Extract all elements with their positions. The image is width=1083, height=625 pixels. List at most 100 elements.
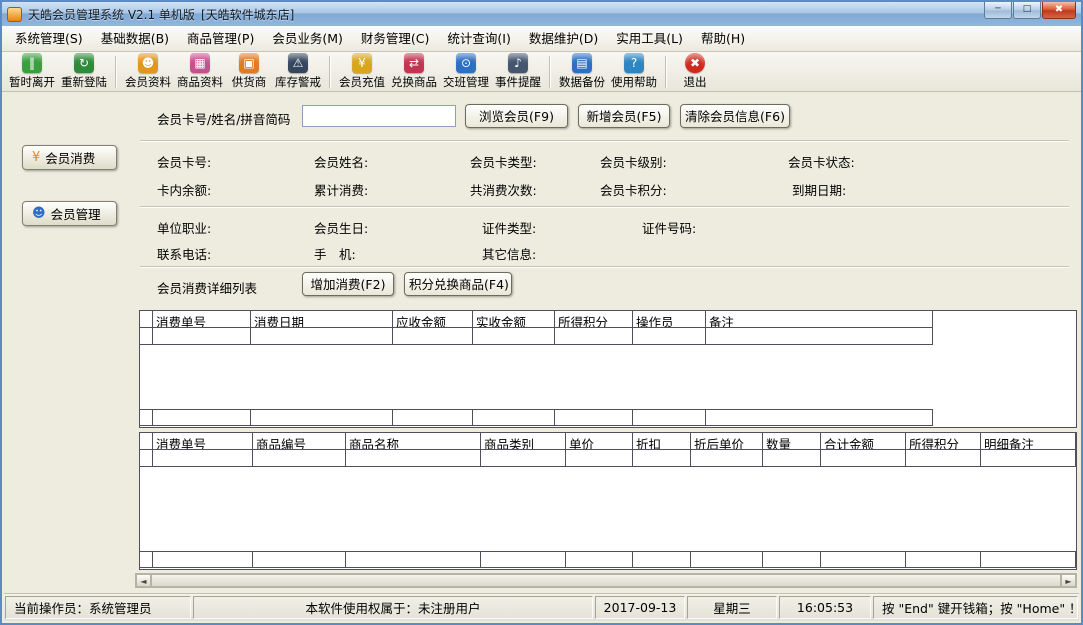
column-header[interactable]: 所得积分 — [906, 433, 981, 450]
main-area: ¥ 会员消费 ☻ 会员管理 会员卡号/姓名/拼音简码 浏览会员(F9) 新增会员… — [2, 92, 1081, 592]
toolbar-button-shift[interactable]: ⊙ 交班管理 — [440, 52, 492, 91]
add-member-button[interactable]: 新增会员(F5) — [578, 104, 670, 128]
menu-item-help[interactable]: 帮助(H) — [692, 26, 754, 51]
toolbar-label: 兑换商品 — [391, 74, 437, 90]
sidebar-button-label: 会员管理 — [51, 204, 101, 223]
column-header[interactable]: 消费单号 — [153, 433, 253, 450]
toolbar-button-help[interactable]: ? 使用帮助 — [608, 52, 660, 91]
toolbar-label: 商品资料 — [177, 74, 223, 90]
minimize-button[interactable]: ─ — [984, 2, 1012, 19]
toolbar-button-pause-leave[interactable]: ‖ 暂时离开 — [6, 52, 58, 91]
menu-item-basedata[interactable]: 基础数据(B) — [92, 26, 178, 51]
grid-cell — [555, 328, 633, 345]
clear-member-button[interactable]: 清除会员信息(F6) — [680, 104, 790, 128]
label-id-type: 证件类型: — [482, 218, 536, 237]
grid-cell — [555, 409, 633, 426]
column-header[interactable]: 实收金额 — [473, 311, 555, 328]
menu-item-system[interactable]: 系统管理(S) — [6, 26, 92, 51]
toolbar-label: 供货商 — [232, 74, 267, 90]
table-row[interactable] — [140, 328, 1076, 345]
table-row[interactable] — [140, 409, 933, 426]
menu-item-datamaint[interactable]: 数据维护(D) — [520, 26, 607, 51]
label-card-no: 会员卡号: — [157, 152, 211, 171]
toolbar-button-member-info[interactable]: ☻ 会员资料 — [122, 52, 174, 91]
menu-item-member[interactable]: 会员业务(M) — [263, 26, 352, 51]
status-hint: 按 "End" 键开钱箱；按 "Home" ！ — [873, 596, 1078, 619]
toolbar-button-exit[interactable]: ✖ 退出 — [672, 52, 718, 91]
points-exchange-button[interactable]: 积分兑换商品(F4) — [404, 272, 512, 296]
grid-cell — [481, 551, 566, 568]
column-header[interactable]: 折后单价 — [691, 433, 763, 450]
sidebar-member-consume-button[interactable]: ¥ 会员消费 — [22, 145, 117, 170]
toolbar-button-product-info[interactable]: ▦ 商品资料 — [174, 52, 226, 91]
column-header[interactable]: 数量 — [763, 433, 821, 450]
grid-cell — [153, 551, 253, 568]
member-consume-icon: ¥ — [32, 151, 40, 164]
column-header[interactable]: 消费单号 — [153, 311, 251, 328]
reminder-icon: ♪ — [508, 53, 528, 73]
add-consume-button[interactable]: 增加消费(F2) — [302, 272, 394, 296]
column-header[interactable]: 商品类别 — [481, 433, 566, 450]
consume-detail-title: 会员消费详细列表 — [157, 278, 257, 297]
column-header[interactable]: 折扣 — [633, 433, 691, 450]
table-row[interactable] — [140, 450, 1076, 467]
toolbar-label: 库存警戒 — [275, 74, 321, 90]
menu-item-tools[interactable]: 实用工具(L) — [607, 26, 692, 51]
column-header[interactable]: 消费日期 — [251, 311, 393, 328]
consume-orders-table[interactable]: 消费单号 消费日期 应收金额 实收金额 所得积分 操作员 备注 — [139, 310, 1077, 428]
browse-member-button[interactable]: 浏览会员(F9) — [465, 104, 568, 128]
toolbar-separator — [329, 56, 331, 88]
maximize-button[interactable]: □ — [1013, 2, 1041, 19]
grid-cell — [393, 328, 473, 345]
label-card-status: 会员卡状态: — [788, 152, 855, 171]
toolbar-button-stock-alert[interactable]: ⚠ 库存警戒 — [272, 52, 324, 91]
menu-item-product[interactable]: 商品管理(P) — [178, 26, 263, 51]
backup-icon: ▤ — [572, 53, 592, 73]
toolbar-button-recharge[interactable]: ¥ 会员充值 — [336, 52, 388, 91]
menu-item-stats[interactable]: 统计查询(I) — [438, 26, 519, 51]
exit-icon: ✖ — [685, 53, 705, 73]
grid-cell — [706, 328, 933, 345]
label-card-points: 会员卡积分: — [600, 180, 667, 199]
column-header[interactable]: 单价 — [566, 433, 633, 450]
toolbar-button-supplier[interactable]: ▣ 供货商 — [226, 52, 272, 91]
column-header[interactable]: 所得积分 — [555, 311, 633, 328]
label-balance: 卡内余额: — [157, 180, 211, 199]
exchange-icon: ⇄ — [404, 53, 424, 73]
toolbar-button-exchange[interactable]: ⇄ 兑换商品 — [388, 52, 440, 91]
row-indicator-cell — [140, 433, 153, 450]
toolbar-label: 数据备份 — [559, 74, 605, 90]
column-header[interactable]: 应收金额 — [393, 311, 473, 328]
scroll-right-icon[interactable]: ► — [1061, 574, 1076, 587]
grid-cell — [473, 328, 555, 345]
grid-cell — [691, 551, 763, 568]
grid-cell — [153, 328, 251, 345]
separator — [140, 206, 1069, 208]
search-input[interactable] — [302, 105, 456, 127]
column-header[interactable]: 备注 — [706, 311, 933, 328]
consume-detail-table[interactable]: 消费单号 商品编号 商品名称 商品类别 单价 折扣 折后单价 数量 合计金额 所… — [139, 432, 1077, 570]
scroll-left-icon[interactable]: ◄ — [136, 574, 151, 587]
column-header[interactable]: 商品名称 — [346, 433, 481, 450]
column-header[interactable]: 合计金额 — [821, 433, 906, 450]
table-row[interactable] — [140, 551, 1076, 568]
separator — [140, 140, 1069, 142]
column-header[interactable]: 明细备注 — [981, 433, 1076, 450]
scrollbar-thumb[interactable] — [151, 574, 1061, 587]
toolbar-button-backup[interactable]: ▤ 数据备份 — [556, 52, 608, 91]
grid-cell — [251, 328, 393, 345]
sidebar-member-manage-button[interactable]: ☻ 会员管理 — [22, 201, 117, 226]
column-header[interactable]: 操作员 — [633, 311, 706, 328]
toolbar-button-relogin[interactable]: ↻ 重新登陆 — [58, 52, 110, 91]
toolbar-button-reminder[interactable]: ♪ 事件提醒 — [492, 52, 544, 91]
grid-cell — [346, 450, 481, 467]
grid-cell — [691, 450, 763, 467]
column-header[interactable]: 商品编号 — [253, 433, 346, 450]
grid-cell — [566, 450, 633, 467]
menu-item-finance[interactable]: 财务管理(C) — [352, 26, 438, 51]
horizontal-scrollbar[interactable]: ◄ ► — [135, 573, 1077, 588]
close-button[interactable]: ✖ — [1042, 2, 1076, 19]
grid-cell — [473, 409, 555, 426]
toolbar: ‖ 暂时离开 ↻ 重新登陆 ☻ 会员资料 ▦ 商品资料 ▣ 供货商 ⚠ 库存警戒… — [2, 52, 1081, 92]
toolbar-label: 暂时离开 — [9, 74, 55, 90]
